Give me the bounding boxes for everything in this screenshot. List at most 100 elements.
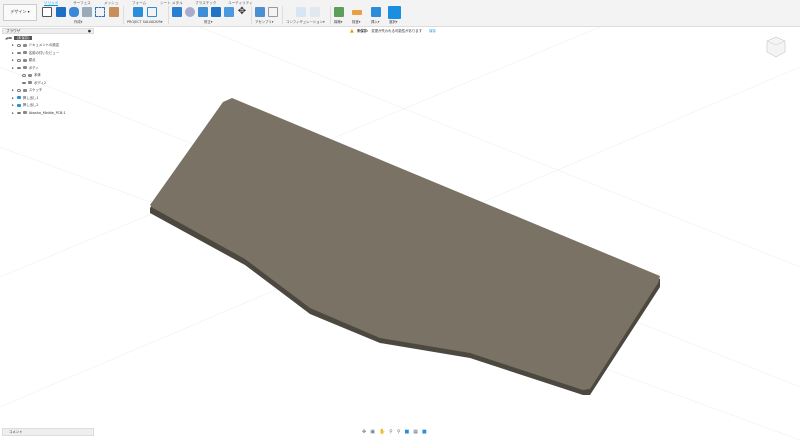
tab-plastic[interactable]: プラスチック	[195, 1, 217, 5]
visibility-icon[interactable]	[22, 81, 26, 84]
tree-item-label: 押し出し1	[22, 95, 39, 100]
visibility-icon[interactable]	[16, 111, 21, 114]
zoom-window-icon[interactable]: ⚲	[397, 429, 401, 435]
model-canvas	[0, 26, 800, 440]
folder-icon	[22, 58, 27, 62]
revolve-icon[interactable]	[69, 7, 79, 17]
tree-item-label: スケッチ	[28, 88, 43, 93]
tree-item-label: ボディ	[28, 65, 39, 70]
salvador-icon[interactable]	[133, 7, 143, 17]
chamfer-icon[interactable]	[198, 7, 208, 17]
tree-item-label: 押し出し2	[22, 103, 39, 108]
unsaved-warning: ▲ 未保存: 変更が失われる可能性があります 保存	[350, 27, 450, 35]
comments-panel[interactable]: コメント	[2, 428, 94, 436]
folder-icon	[28, 73, 32, 77]
tab-mesh[interactable]: メッシュ	[104, 1, 118, 5]
construct-menu[interactable]: 構築▾	[334, 20, 342, 24]
tree-item[interactable]: ▸ 原点	[2, 57, 94, 65]
view-cube[interactable]	[766, 36, 786, 58]
tree-item[interactable]: ▸ ボディ	[2, 64, 94, 72]
tree-item[interactable]: 本体	[2, 72, 94, 80]
hole-icon[interactable]	[82, 7, 92, 17]
shell-icon[interactable]	[211, 7, 221, 17]
look-at-icon[interactable]: ▣	[370, 429, 375, 435]
tree-item-label: 本体	[34, 73, 41, 78]
modify-menu[interactable]: 修正▾	[204, 20, 212, 24]
insert-icon[interactable]	[109, 7, 119, 17]
visibility-icon[interactable]	[16, 44, 21, 47]
tree-item[interactable]: ▸ 名前の付いたビュー	[2, 49, 94, 57]
insert-image-icon[interactable]	[371, 7, 381, 17]
tree-item-label: ボディ2	[34, 80, 47, 85]
orbit-icon[interactable]: ✥	[362, 429, 366, 435]
folder-icon	[22, 51, 27, 55]
visibility-icon[interactable]	[16, 89, 21, 92]
create-menu[interactable]: 作成▾	[74, 20, 82, 24]
extrude-icon	[16, 96, 21, 100]
tree-item-label: Akasha_Middle_PCB:1	[28, 110, 66, 115]
tree-item[interactable]: ボディ2	[2, 79, 94, 87]
salvador2-icon[interactable]	[147, 7, 157, 17]
folder-icon	[22, 43, 27, 47]
folder-icon	[22, 111, 27, 115]
inspect-menu[interactable]: 検査▾	[352, 20, 360, 24]
visibility-icon[interactable]	[16, 59, 21, 62]
visibility-icon[interactable]	[16, 51, 21, 54]
pin-icon[interactable]: ●	[88, 29, 91, 33]
combine-icon[interactable]	[224, 7, 234, 17]
press-pull-icon[interactable]	[172, 7, 182, 17]
warning-icon: ▲	[350, 27, 354, 34]
tree-root[interactable]: ◢ (未保存)	[2, 34, 94, 42]
visibility-icon[interactable]	[16, 66, 21, 69]
move-icon[interactable]: ✥	[237, 7, 247, 17]
tree-item-label: ドキュメントの設定	[28, 43, 60, 48]
zoom-icon[interactable]: ⚲	[389, 429, 393, 435]
tab-utility[interactable]: ユーティリティ	[228, 1, 253, 5]
3d-viewport[interactable]	[0, 0, 800, 440]
select-menu[interactable]: 選択▾	[389, 20, 397, 24]
visibility-icon[interactable]	[22, 74, 26, 77]
navigation-bar: ✥ ▣ ✋ ⚲ ⚲ ■ ▦ ■	[362, 428, 427, 436]
pcb-plate[interactable]	[150, 98, 660, 395]
joint-icon[interactable]	[268, 7, 278, 17]
tree-item-label: 名前の付いたビュー	[28, 50, 60, 55]
fillet-icon[interactable]	[185, 7, 195, 17]
folder-icon	[22, 88, 27, 92]
pan-icon[interactable]: ✋	[379, 429, 385, 435]
extrude-icon[interactable]	[56, 7, 66, 17]
tree-item[interactable]: ▸ スケッチ	[2, 87, 94, 95]
save-link[interactable]: 保存	[429, 29, 436, 33]
root-label: (未保存)	[13, 35, 33, 40]
select-icon[interactable]	[388, 6, 401, 19]
extrude-icon	[16, 103, 21, 107]
browser-panel: ブラウザ ● ◢ (未保存) ▸ ドキュメントの設定 ▸ 名前の付いたビュー ▸ 原点 ▸ ボデ…	[2, 28, 94, 120]
measure-icon[interactable]	[352, 10, 362, 15]
insert-menu[interactable]: 挿入▾	[371, 20, 379, 24]
new-component-icon[interactable]	[255, 7, 265, 17]
warning-message: 変更が失われる可能性があります	[371, 29, 423, 33]
tab-sheet-metal[interactable]: シート メタル	[160, 1, 183, 5]
tab-solid[interactable]: ソリッド	[44, 1, 59, 7]
project-salvador-menu[interactable]: PROJECT SALVADOR▾	[127, 20, 163, 24]
tab-surface[interactable]: サーフェス	[73, 1, 91, 5]
display-mode-icon[interactable]: ■	[405, 429, 410, 435]
tree-item-label: 原点	[28, 58, 36, 63]
construct-icon[interactable]	[334, 7, 344, 17]
grid-icon[interactable]: ▦	[413, 429, 418, 435]
folder-icon	[22, 66, 27, 70]
pattern-icon[interactable]	[95, 7, 105, 17]
config-icon[interactable]	[296, 7, 306, 17]
tree-item[interactable]: ▸ ドキュメントの設定	[2, 42, 94, 50]
tree-item[interactable]: ▸ Akasha_Middle_PCB:1	[2, 109, 94, 117]
viewports-icon[interactable]: ■	[422, 429, 427, 435]
tab-form[interactable]: フォーム	[132, 1, 146, 5]
configure-menu[interactable]: コンフィギュレーション▾	[286, 20, 325, 24]
assemble-menu[interactable]: アセンブリ▾	[255, 20, 274, 24]
folder-icon	[28, 81, 32, 85]
workspace-switcher[interactable]: デザイン ▾	[3, 4, 37, 21]
tree-item[interactable]: ▸ 押し出し1	[2, 94, 94, 102]
warning-label: 未保存:	[356, 29, 369, 33]
tree-item[interactable]: ▸ 押し出し2	[2, 102, 94, 110]
config2-icon[interactable]	[310, 7, 320, 17]
new-sketch-icon[interactable]	[42, 7, 52, 17]
